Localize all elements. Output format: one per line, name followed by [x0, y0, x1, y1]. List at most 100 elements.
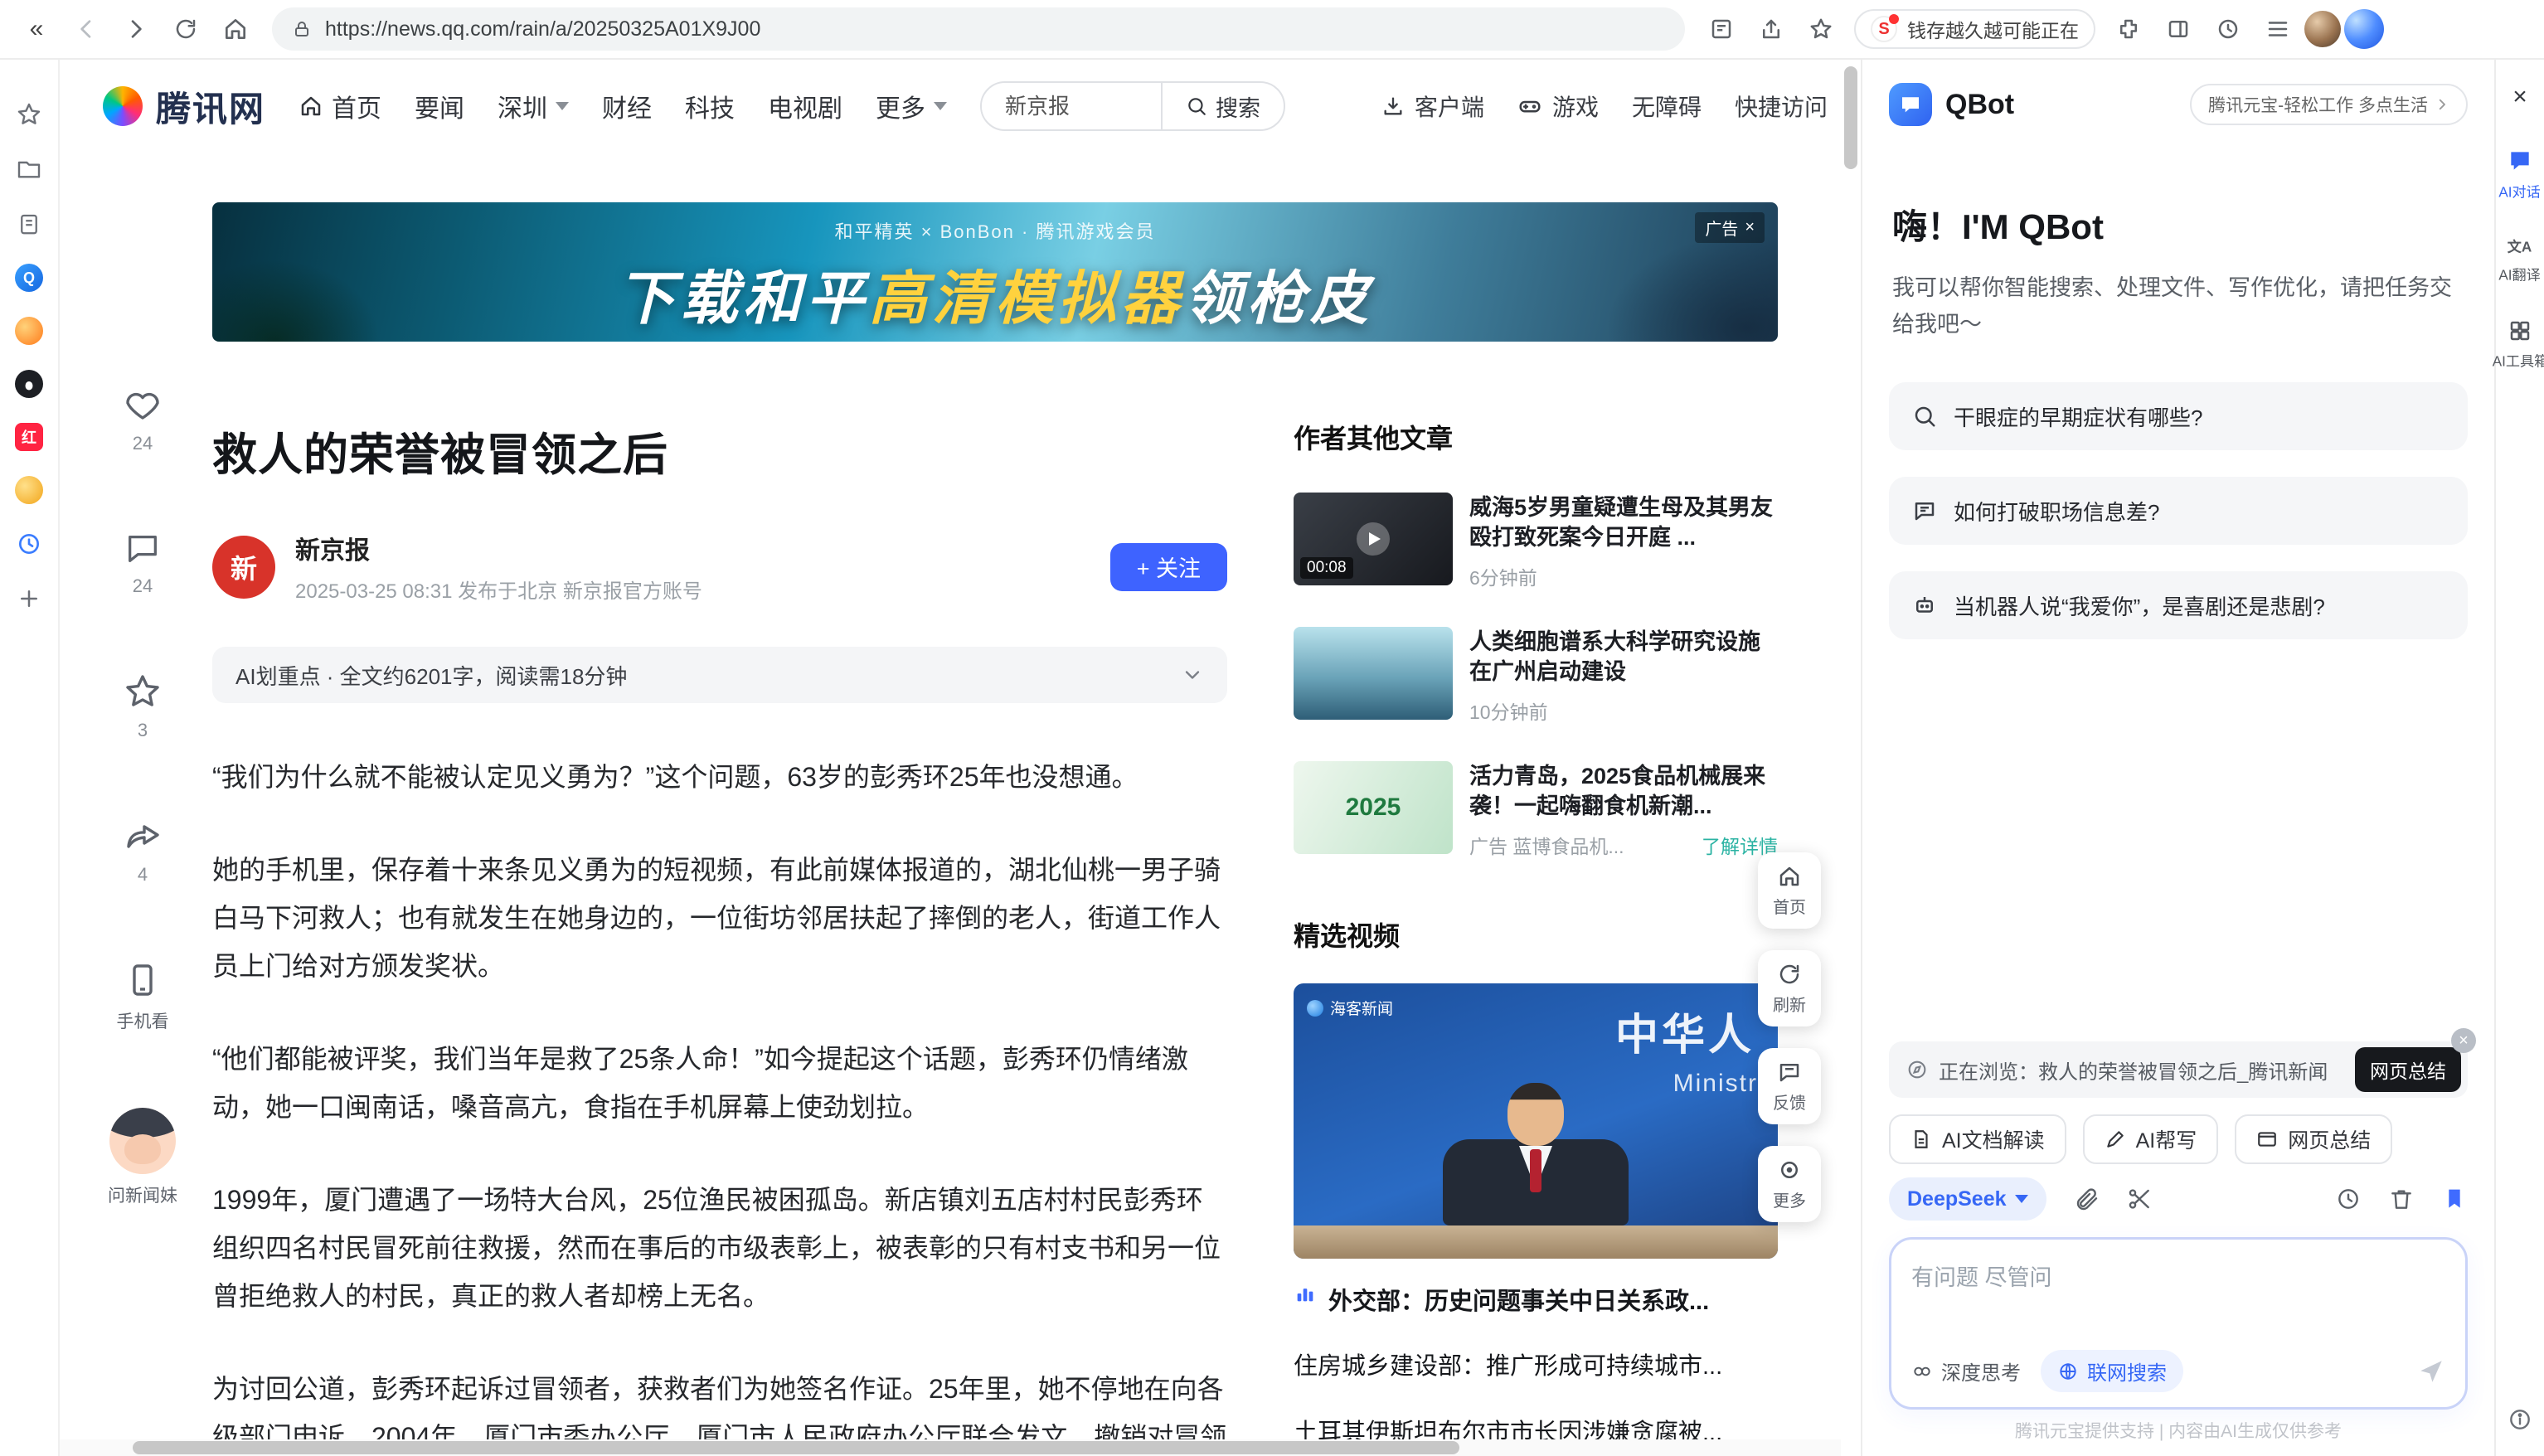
accessibility-button[interactable]: 无障碍 [1632, 90, 1702, 123]
list-item[interactable]: 00:08 威海5岁男童疑遭生母及其男友殴打致死案今日开庭 ... 6分钟前 [1294, 493, 1778, 590]
message-input[interactable] [1911, 1259, 2445, 1344]
home-button[interactable] [212, 6, 259, 52]
screenshot-button[interactable] [2126, 1186, 2153, 1212]
vertical-scrollbar[interactable] [1841, 63, 1861, 1433]
client-download-button[interactable]: 客户端 [1381, 90, 1484, 123]
nav-finance[interactable]: 财经 [602, 88, 652, 124]
games-button[interactable]: 游戏 [1517, 90, 1599, 123]
summarize-page-pill[interactable]: 网页总结 [2355, 1047, 2461, 1092]
float-refresh-button[interactable]: 刷新 [1758, 950, 1821, 1026]
page-summary-button[interactable]: 网页总结 [2235, 1114, 2392, 1164]
mobile-view-button[interactable]: 手机看 [117, 960, 169, 1033]
star-icon [123, 672, 163, 711]
extensions-button[interactable] [2105, 6, 2152, 52]
folder-icon [16, 156, 42, 182]
like-button[interactable]: 24 [123, 385, 163, 454]
banner-ad[interactable]: 和平精英 × BonBon · 腾讯游戏会员 下载和平高清模拟器领枪皮 广告× [212, 202, 1778, 342]
share-button[interactable]: 4 [123, 816, 163, 886]
collections-button[interactable] [14, 154, 44, 184]
scrollbar-thumb[interactable] [1844, 66, 1857, 169]
menu-button[interactable] [2255, 6, 2301, 52]
pin-button[interactable] [2441, 1186, 2468, 1212]
chevron-right-icon [2435, 97, 2449, 112]
web-search-toggle[interactable]: 联网搜索 [2041, 1350, 2183, 1392]
news-link[interactable]: 土耳其伊斯坦布尔市市长因涉嫌贪腐被... [1294, 1416, 1778, 1439]
ai-summary-bar[interactable]: AI划重点 · 全文约6201字，阅读需18分钟 [212, 647, 1227, 703]
tencent-logo-icon [103, 86, 143, 126]
split-view-button[interactable] [2155, 6, 2202, 52]
ai-chat-tab[interactable]: AI对话 [2498, 148, 2542, 202]
featured-video-caption[interactable]: 外交部：历史问题事关中日关系政... [1294, 1282, 1778, 1317]
nav-shenzhen[interactable]: 深圳 [498, 88, 569, 124]
nav-tv[interactable]: 电视剧 [768, 88, 842, 124]
url-bar[interactable]: https://news.qq.com/rain/a/20250325A01X9… [272, 7, 1685, 51]
forward-button[interactable] [113, 6, 159, 52]
add-app-button[interactable] [14, 584, 44, 614]
back-button[interactable] [63, 6, 109, 52]
suggestion-item[interactable]: 如何打破职场信息差? [1889, 477, 2468, 545]
search-input[interactable] [982, 94, 1161, 119]
browser-assistant-button[interactable] [2344, 9, 2384, 49]
recent-app-icon[interactable] [14, 529, 44, 559]
notes-button[interactable] [14, 209, 44, 239]
qbot-toolbar: DeepSeek [1889, 1177, 2468, 1221]
refresh-button[interactable] [163, 6, 209, 52]
penguin-app-icon[interactable] [15, 370, 43, 398]
extension-ticker[interactable]: S 钱存越久越可能正在 [1854, 9, 2095, 49]
suggestion-item[interactable]: 干眼症的早期症状有哪些? [1889, 382, 2468, 450]
huya-app-icon[interactable] [15, 476, 43, 504]
news-link[interactable]: 住房城乡建设部：推广形成可持续城市... [1294, 1350, 1778, 1383]
chevron-down-icon [1181, 663, 1204, 687]
deep-think-toggle[interactable]: 深度思考 [1911, 1357, 2021, 1386]
author-name[interactable]: 新京报 [295, 530, 702, 566]
lock-icon [292, 19, 312, 39]
dismiss-browsing-button[interactable]: × [2451, 1028, 2476, 1053]
follow-button[interactable]: + 关注 [1110, 543, 1227, 591]
list-item[interactable]: 2025 活力青岛，2025食品机械展来袭！一起嗨翻食机新潮... 广告 蓝博食… [1294, 761, 1778, 859]
ai-toolbox-tab[interactable]: AI工具箱 [2491, 318, 2544, 371]
video-bg-text: Ministr [1673, 1070, 1758, 1098]
float-feedback-button[interactable]: 反馈 [1758, 1048, 1821, 1124]
list-item[interactable]: 人类细胞谱系大科学研究设施在广州启动建设 10分钟前 [1294, 627, 1778, 725]
float-home-button[interactable]: 首页 [1758, 852, 1821, 929]
search-button[interactable]: 搜索 [1161, 83, 1284, 129]
model-selector[interactable]: DeepSeek [1889, 1177, 2046, 1221]
ai-doc-read-button[interactable]: AI文档解读 [1889, 1114, 2066, 1164]
featured-video[interactable]: 中华人 Ministr 海客新闻 [1294, 983, 1778, 1259]
ad-tag[interactable]: 广告× [1695, 212, 1765, 243]
chat-history-button[interactable] [2335, 1186, 2362, 1212]
news-assistant-button[interactable]: 问新闻妹 [108, 1108, 177, 1207]
nav-home[interactable]: 首页 [299, 88, 381, 124]
favorites-button[interactable] [14, 99, 44, 129]
compass-app-icon[interactable] [15, 317, 43, 345]
user-avatar[interactable] [2304, 11, 2341, 47]
float-more-button[interactable]: 更多 [1758, 1146, 1821, 1222]
bookmark-page-button[interactable] [1798, 6, 1844, 52]
site-logo[interactable]: 腾讯网 [103, 81, 265, 132]
comment-button[interactable]: 24 [124, 529, 162, 597]
nav-tech[interactable]: 科技 [685, 88, 735, 124]
ai-write-button[interactable]: AI帮写 [2083, 1114, 2219, 1164]
chat-icon [2507, 148, 2533, 174]
qq-browser-app-icon[interactable]: Q [15, 264, 43, 292]
star-button[interactable]: 3 [123, 672, 163, 741]
send-button[interactable] [2417, 1357, 2445, 1386]
attach-button[interactable] [2073, 1186, 2100, 1212]
nav-more[interactable]: 更多 [876, 88, 947, 124]
horizontal-scrollbar[interactable] [60, 1439, 1841, 1456]
history-button[interactable] [2205, 6, 2251, 52]
yuanbao-promo-link[interactable]: 腾讯元宝-轻松工作 多点生活 [2190, 84, 2468, 125]
xiaohongshu-app-icon[interactable]: 红 [15, 423, 43, 451]
info-button[interactable] [2507, 1406, 2533, 1433]
share-button[interactable] [1748, 6, 1794, 52]
reader-mode-button[interactable] [1698, 6, 1745, 52]
author-avatar[interactable]: 新 [212, 536, 275, 599]
collapse-sidebar-button[interactable]: « [13, 6, 60, 52]
close-panel-button[interactable]: × [2512, 83, 2527, 111]
ai-translate-tab[interactable]: 文A AI翻译 [2498, 235, 2542, 285]
nav-news[interactable]: 要闻 [415, 88, 464, 124]
suggestion-item[interactable]: 当机器人说“我爱你”，是喜剧还是悲剧? [1889, 571, 2468, 639]
scrollbar-thumb[interactable] [133, 1441, 1459, 1454]
clear-chat-button[interactable] [2388, 1186, 2415, 1212]
quick-access-button[interactable]: 快捷访问 [1735, 90, 1828, 123]
